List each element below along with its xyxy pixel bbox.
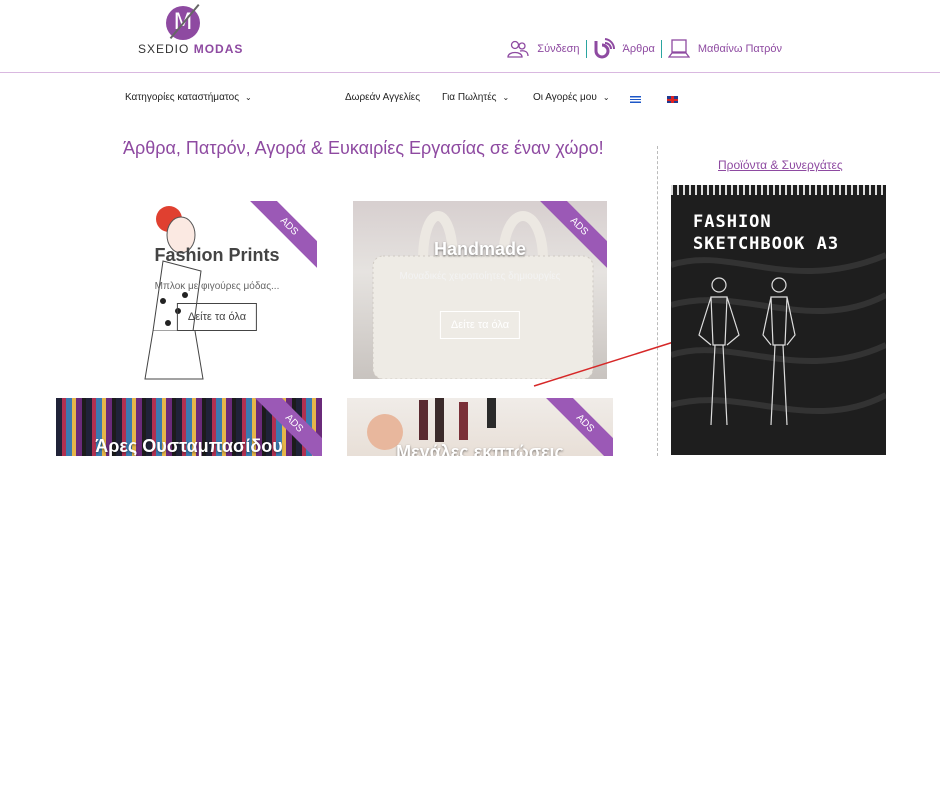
- chevron-down-icon: ⌄: [245, 93, 252, 102]
- sketchbook-ad[interactable]: FASHION SKETCHBOOK A3: [671, 185, 886, 455]
- card-description: Μπλοκ με φιγούρες μόδας...: [154, 281, 280, 292]
- card-title: Fashion Prints: [154, 245, 280, 265]
- site-logo[interactable]: M SXEDIO MODAS: [136, 4, 242, 60]
- chevron-down-icon: ⌄: [502, 93, 510, 102]
- nav-free-ads[interactable]: Δωρεάν Αγγελίες: [345, 92, 420, 103]
- logo-text: SXEDIO MODAS: [138, 42, 244, 56]
- column-divider: [657, 146, 658, 456]
- patterns-link[interactable]: Μαθαίνω Πατρόν: [662, 39, 788, 59]
- articles-link[interactable]: Άρθρα: [587, 38, 661, 60]
- view-all-button[interactable]: Δείτε τα όλα: [439, 311, 521, 339]
- login-link[interactable]: Σύνδεση: [501, 40, 585, 58]
- products-partners-link[interactable]: Προϊόντα & Συνεργάτες: [718, 158, 843, 172]
- nav-categories-label: Κατηγορίες καταστήματος: [125, 92, 240, 103]
- card-title: Άρες Ουσταμπασίδου: [95, 436, 283, 456]
- ads-ribbon: ADS: [537, 201, 607, 271]
- top-links: Σύνδεση Άρθρα Μαθαίνω Πατρόν: [501, 38, 788, 60]
- card-title: Μεγάλες εκπτώσεις: [396, 442, 564, 456]
- ad-card-fabrics[interactable]: ADS Άρες Ουσταμπασίδου: [56, 398, 322, 456]
- nav-categories[interactable]: Κατηγορίες καταστήματος ⌄: [125, 92, 252, 103]
- patterns-label: Μαθαίνω Πατρόν: [697, 43, 782, 55]
- card-description: Μοναδικές χειροποίητες δημιουργίες: [399, 271, 561, 282]
- site-header: M SXEDIO MODAS Σύνδεση Άρθρα Μαθαίνω Πατ…: [0, 0, 940, 73]
- nav-sellers-label: Για Πωλητές: [442, 92, 497, 103]
- card-title: Handmade: [433, 239, 527, 259]
- users-icon: [507, 40, 529, 58]
- nav-purchases-label: Οι Αγορές μου: [533, 92, 597, 103]
- pattern-icon: [667, 39, 690, 58]
- ad-card-fashion-prints[interactable]: ADS Fashion Prints Μπλοκ με φιγούρες μόδ…: [117, 201, 317, 381]
- sketchbook-title: FASHION SKETCHBOOK A3: [693, 211, 839, 255]
- view-all-button[interactable]: Δείτε τα όλα: [176, 303, 258, 331]
- main-nav: Κατηγορίες καταστήματος ⌄ Δωρεάν Αγγελίε…: [0, 92, 940, 108]
- page-title: Άρθρα, Πατρόν, Αγορά & Ευκαιρίες Εργασία…: [123, 138, 604, 158]
- greek-flag-icon[interactable]: [630, 96, 641, 103]
- blog-icon: [594, 38, 615, 59]
- sketchbook-title-line1: FASHION: [693, 212, 772, 232]
- nav-sellers[interactable]: Για Πωλητές ⌄: [442, 92, 509, 103]
- ad-card-discounts[interactable]: ADS Μεγάλες εκπτώσεις: [347, 398, 613, 456]
- nav-purchases[interactable]: Οι Αγορές μου ⌄: [533, 92, 610, 103]
- pointer-arrow: [533, 339, 681, 387]
- chevron-down-icon: ⌄: [602, 93, 610, 102]
- nav-free-ads-label: Δωρεάν Αγγελίες: [345, 92, 421, 103]
- spiral-binding: [671, 185, 886, 195]
- login-label: Σύνδεση: [537, 43, 580, 55]
- articles-label: Άρθρα: [622, 43, 655, 55]
- sketchbook-title-line2: SKETCHBOOK A3: [693, 234, 840, 254]
- uk-flag-icon[interactable]: [667, 96, 678, 103]
